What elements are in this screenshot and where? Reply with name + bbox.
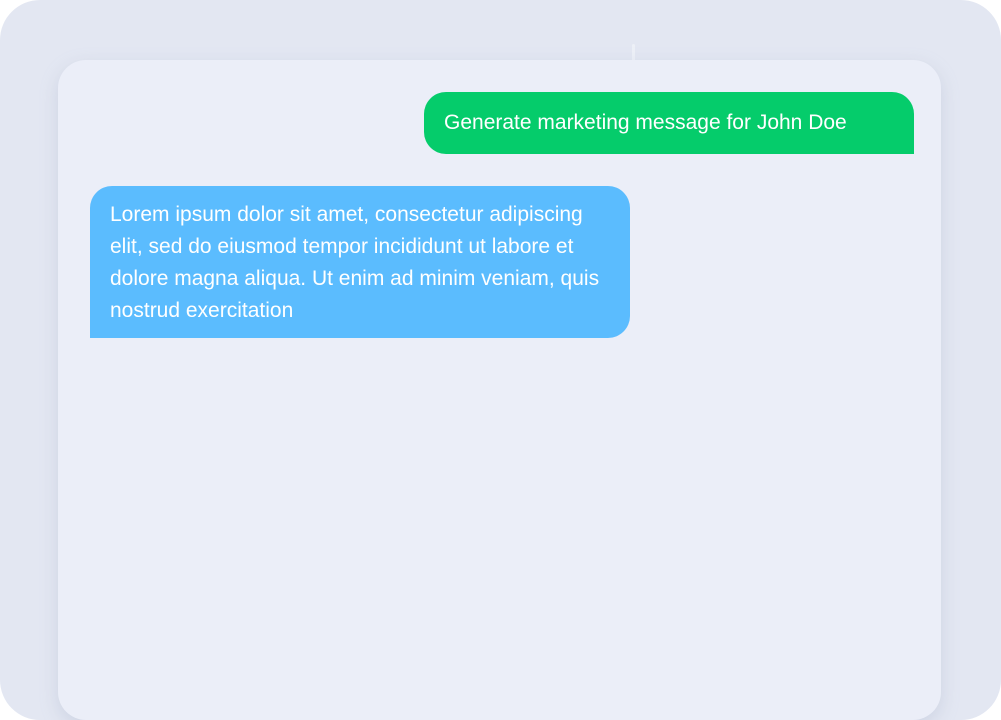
user-message-bubble: Generate marketing message for John Doe xyxy=(424,92,914,154)
chat-panel xyxy=(58,60,941,720)
assistant-message-bubble: Lorem ipsum dolor sit amet, consectetur … xyxy=(90,186,630,338)
